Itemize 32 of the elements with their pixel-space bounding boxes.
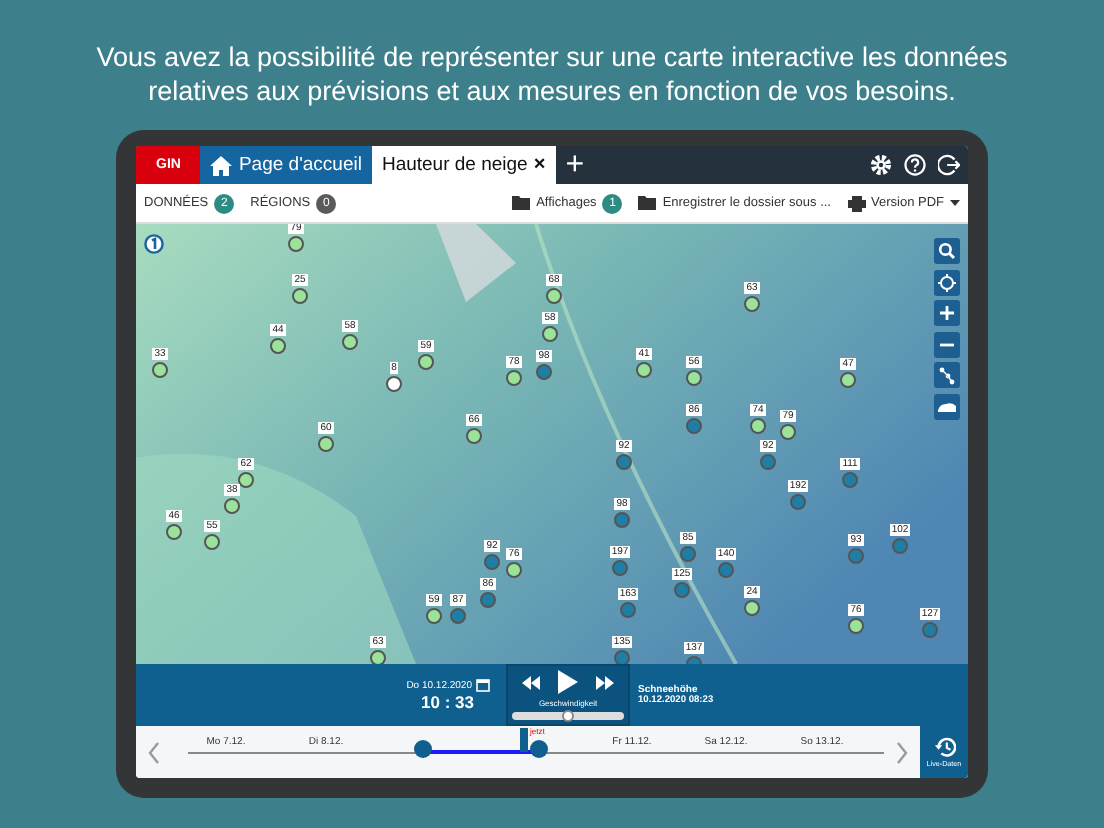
rewind-button[interactable] [522, 675, 540, 689]
range-handle[interactable] [413, 740, 431, 758]
range-handle[interactable] [529, 740, 547, 758]
logout-icon[interactable] [938, 154, 960, 176]
info-icon[interactable] [144, 234, 164, 254]
headline: Vous avez la possibilité de représenter sur une carte interactive les données relatives aux prévisions et aux mesures en fonction de vos besoins. [94, 40, 1010, 108]
map-outline-button[interactable] [934, 393, 960, 420]
folder-icon [638, 196, 657, 210]
slider-thumb[interactable] [562, 709, 574, 721]
caret-icon [950, 200, 960, 206]
help-icon[interactable] [904, 154, 926, 176]
time-label: 10 : 33 [421, 692, 474, 712]
now-marker[interactable] [520, 728, 528, 752]
search-button[interactable] [934, 238, 960, 264]
settings-icon[interactable] [870, 154, 892, 176]
network-button[interactable] [934, 362, 960, 389]
play-button[interactable] [558, 670, 578, 694]
locate-button[interactable] [934, 269, 960, 296]
zoom-out-button[interactable] [934, 331, 960, 358]
speed-slider[interactable] [512, 712, 624, 720]
history-icon [933, 736, 955, 758]
add-tab-button[interactable]: + [555, 146, 595, 184]
folder-icon [512, 196, 531, 210]
tab[interactable]: Page d'accueil [200, 146, 372, 184]
home-icon [210, 155, 233, 175]
zoom-in-button[interactable] [934, 300, 960, 327]
close-tab-button[interactable]: × [533, 154, 546, 176]
calendar-icon[interactable] [476, 678, 490, 692]
fast-forward-button[interactable] [596, 675, 614, 689]
chevron-left-icon[interactable] [148, 741, 160, 763]
tab[interactable]: Hauteur de neige × [371, 146, 556, 184]
chevron-right-icon[interactable] [896, 741, 908, 763]
